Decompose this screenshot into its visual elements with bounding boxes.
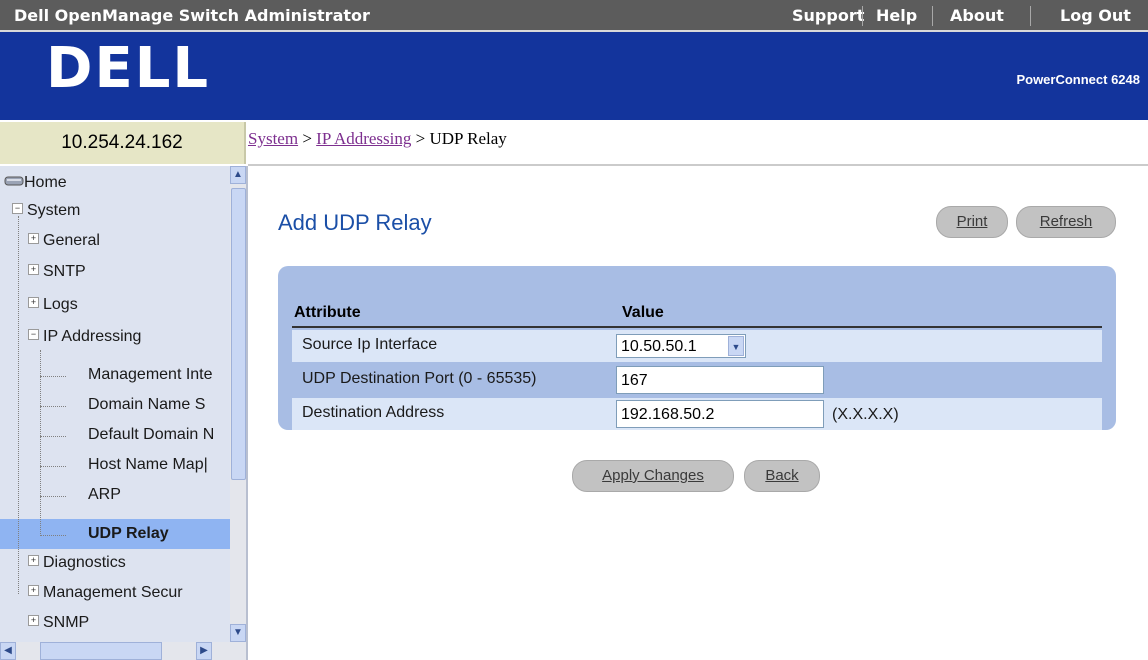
nav-item-general[interactable]: + General — [28, 228, 100, 254]
table-row: Destination Address 192.168.50.2 (X.X.X.… — [292, 398, 1102, 430]
app-title: Dell OpenManage Switch Administrator — [14, 6, 370, 25]
expand-icon[interactable]: + — [28, 233, 39, 245]
nav-item-label: IP Addressing — [43, 328, 142, 345]
nav-item-label: Domain Name S — [88, 396, 206, 413]
nav-item-label: Home — [24, 174, 67, 191]
breadcrumb-separator: > — [298, 129, 317, 148]
apply-changes-button[interactable]: Apply Changes — [572, 460, 734, 492]
nav-item-system[interactable]: − System — [12, 198, 80, 224]
nav-item-label: Default Domain N — [88, 426, 215, 443]
column-header-attribute: Attribute — [294, 304, 361, 321]
expand-icon[interactable]: + — [28, 264, 39, 276]
divider — [1030, 6, 1031, 26]
refresh-button[interactable]: Refresh — [1016, 206, 1116, 238]
row-label: Source Ip Interface — [302, 336, 438, 353]
scroll-thumb[interactable] — [40, 642, 162, 660]
tree-line — [40, 436, 66, 437]
nav-item-label: SNMP — [43, 614, 90, 631]
nav-item-label: Diagnostics — [43, 554, 126, 571]
scroll-thumb[interactable] — [231, 188, 246, 480]
nav-item-sntp[interactable]: + SNTP — [28, 259, 86, 285]
address-format-hint: (X.X.X.X) — [832, 406, 899, 423]
scroll-left-icon[interactable]: ◀ — [0, 642, 16, 660]
nav-item-label: Management Secur — [43, 584, 183, 601]
nav-item-management-security[interactable]: + Management Secur — [28, 580, 183, 606]
expand-icon[interactable]: + — [28, 615, 39, 627]
print-button[interactable]: Print — [936, 206, 1008, 238]
tree-line — [40, 376, 66, 377]
divider — [932, 6, 933, 26]
tree-line — [40, 535, 66, 536]
breadcrumb-separator: > — [411, 129, 430, 148]
tree-line — [40, 350, 41, 536]
tree-line — [40, 496, 66, 497]
destination-address-input[interactable]: 192.168.50.2 — [616, 400, 824, 428]
nav-horizontal-scrollbar[interactable]: ◀ ▶ — [0, 642, 246, 660]
nav-item-snmp[interactable]: + SNMP — [28, 610, 89, 636]
support-link[interactable]: Support — [792, 6, 864, 25]
nav-item-host-name-mapping[interactable]: Host Name Map| — [88, 452, 208, 478]
nav-item-domain-name-server[interactable]: Domain Name S — [88, 392, 205, 418]
nav-item-label: Logs — [43, 296, 78, 313]
nav-item-label: UDP Relay — [88, 525, 169, 542]
tree-line — [40, 406, 66, 407]
breadcrumb-system-link[interactable]: System — [248, 129, 298, 148]
nav-item-label: Management Inte — [88, 366, 213, 383]
nav-item-udp-relay[interactable]: UDP Relay — [88, 521, 169, 547]
back-button[interactable]: Back — [744, 460, 820, 492]
model-name: PowerConnect 6248 — [1016, 72, 1140, 87]
logout-link[interactable]: Log Out — [1060, 6, 1131, 25]
nav-item-home[interactable]: Home — [4, 170, 67, 196]
collapse-icon[interactable]: − — [12, 203, 23, 215]
breadcrumb-ip-addressing-link[interactable]: IP Addressing — [316, 129, 411, 148]
select-value: 10.50.50.1 — [621, 338, 697, 355]
scroll-right-icon[interactable]: ▶ — [196, 642, 212, 660]
collapse-icon[interactable]: − — [28, 329, 39, 341]
scroll-down-icon[interactable]: ▼ — [230, 624, 246, 642]
breadcrumb-current: UDP Relay — [429, 129, 507, 148]
nav-item-default-domain[interactable]: Default Domain N — [88, 422, 214, 448]
expand-icon[interactable]: + — [28, 555, 39, 567]
main-content: Add UDP Relay Print Refresh Attribute Va… — [260, 166, 1148, 660]
nav-item-label: Host Name Map| — [88, 456, 208, 473]
about-link[interactable]: About — [950, 6, 1004, 25]
home-icon — [4, 176, 24, 186]
row-label: UDP Destination Port (0 - 65535) — [302, 370, 537, 387]
chevron-down-icon[interactable]: ▼ — [728, 336, 744, 356]
column-header-value: Value — [622, 304, 664, 321]
nav-item-arp[interactable]: ARP — [88, 482, 121, 508]
nav-item-label: General — [43, 232, 100, 249]
attribute-panel: Attribute Value Source Ip Interface 10.5… — [278, 266, 1116, 430]
divider — [862, 6, 863, 26]
header-divider — [292, 326, 1102, 328]
nav-vertical-scrollbar[interactable]: ▲ ▼ — [230, 166, 246, 642]
nav-item-diagnostics[interactable]: + Diagnostics — [28, 550, 126, 576]
breadcrumb: System > IP Addressing > UDP Relay — [248, 122, 1148, 166]
dell-logo: DELL — [46, 36, 211, 101]
table-row: Source Ip Interface 10.50.50.1 ▼ — [292, 330, 1102, 362]
nav-item-ip-addressing[interactable]: − IP Addressing — [28, 324, 141, 350]
expand-icon[interactable]: + — [28, 585, 39, 597]
nav-item-label: System — [27, 202, 81, 219]
navigation-tree: Home − System + General + SNTP + Logs − IP Ad… — [0, 166, 230, 642]
table-row: UDP Destination Port (0 - 65535) 167 — [292, 364, 1102, 396]
top-bar: Dell OpenManage Switch Administrator Sup… — [0, 0, 1148, 32]
tree-line — [18, 216, 19, 594]
page-title: Add UDP Relay — [278, 210, 432, 235]
expand-icon[interactable]: + — [28, 297, 39, 309]
navigation-tree-panel: Home − System + General + SNTP + Logs − IP Ad… — [0, 166, 248, 660]
nav-item-management-interface[interactable]: Management Inte — [88, 362, 213, 388]
row-label: Destination Address — [302, 404, 445, 421]
scroll-up-icon[interactable]: ▲ — [230, 166, 246, 184]
tree-line — [40, 466, 66, 467]
source-ip-interface-select[interactable]: 10.50.50.1 ▼ — [616, 334, 746, 358]
nav-item-label: ARP — [88, 486, 121, 503]
device-ip: 10.254.24.162 — [0, 122, 246, 164]
brand-header: DELL PowerConnect 6248 — [0, 32, 1148, 120]
nav-item-label: SNTP — [43, 263, 86, 280]
nav-item-logs[interactable]: + Logs — [28, 292, 78, 318]
udp-destination-port-input[interactable]: 167 — [616, 366, 824, 394]
help-link[interactable]: Help — [876, 6, 917, 25]
